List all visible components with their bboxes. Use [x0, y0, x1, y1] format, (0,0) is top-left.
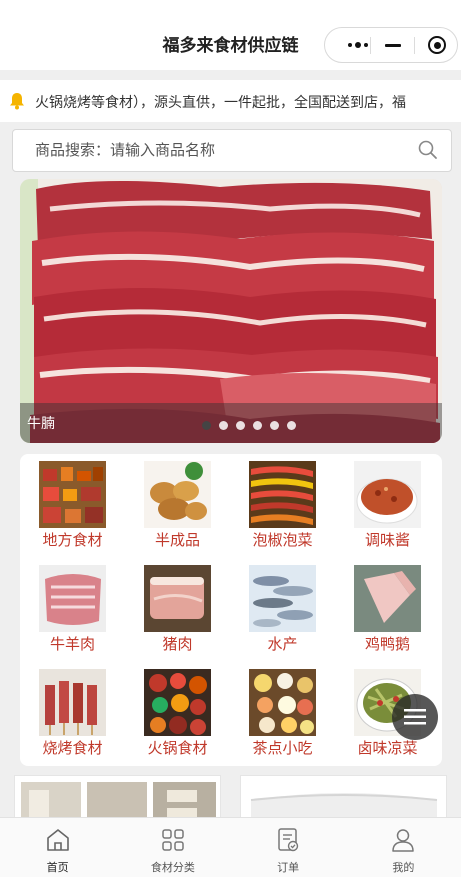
carousel-indicators [202, 421, 296, 430]
category-image [249, 565, 316, 632]
carousel-dot[interactable] [202, 421, 211, 430]
tab-label: 食材分类 [150, 861, 195, 874]
category-image [39, 565, 106, 632]
category-label: 猪肉 [162, 635, 193, 653]
carousel-dot[interactable] [236, 421, 245, 430]
category-label: 地方食材 [42, 531, 103, 549]
category-item[interactable]: 牛羊肉 [20, 558, 125, 662]
category-item[interactable]: 烧烤食材 [20, 662, 125, 766]
floating-menu-button[interactable] [392, 694, 438, 740]
list-menu-icon [404, 709, 426, 725]
search-icon[interactable] [417, 139, 439, 161]
category-grid: 地方食材 半成品 泡椒泡菜 调味酱 牛羊肉 猪肉 水产 鸡鸭鹅 烧烤食材 火锅食… [20, 454, 442, 766]
category-image [39, 461, 106, 528]
category-label: 调味酱 [364, 531, 410, 549]
category-label: 卤味凉菜 [357, 739, 418, 757]
category-image [249, 669, 316, 736]
category-label: 泡椒泡菜 [252, 531, 313, 549]
category-item[interactable]: 地方食材 [20, 454, 125, 558]
notice-bar[interactable]: 火锅烧烤等食材），源头直供，一件起批，全国配送到店，福 [0, 80, 461, 122]
category-image [144, 565, 211, 632]
category-item[interactable]: 茶点小吃 [230, 662, 335, 766]
category-image [144, 669, 211, 736]
category-image [354, 461, 421, 528]
tab-categories[interactable]: 食材分类 [115, 818, 230, 877]
carousel-dot[interactable] [270, 421, 279, 430]
category-image [354, 565, 421, 632]
tab-label: 首页 [46, 861, 69, 874]
minimize-icon[interactable] [371, 28, 415, 62]
bottom-tab-bar: 首页 食材分类 订单 我的 [0, 817, 461, 877]
category-item[interactable]: 火锅食材 [125, 662, 230, 766]
target-close-icon[interactable] [415, 28, 459, 62]
category-item[interactable]: 调味酱 [335, 454, 440, 558]
banner-caption: 牛腩 [27, 416, 55, 432]
tab-label: 订单 [277, 861, 300, 874]
category-item[interactable]: 水产 [230, 558, 335, 662]
tab-home[interactable]: 首页 [0, 818, 115, 877]
category-item[interactable]: 鸡鸭鹅 [335, 558, 440, 662]
carousel-dot[interactable] [287, 421, 296, 430]
category-image [144, 461, 211, 528]
category-item[interactable]: 半成品 [125, 454, 230, 558]
category-item[interactable]: 泡椒泡菜 [230, 454, 335, 558]
category-image [39, 669, 106, 736]
user-icon [392, 829, 415, 852]
carousel-dot[interactable] [253, 421, 262, 430]
order-icon [278, 828, 299, 852]
category-label: 火锅食材 [147, 739, 208, 757]
category-label: 牛羊肉 [49, 635, 95, 653]
category-item[interactable]: 猪肉 [125, 558, 230, 662]
category-label: 半成品 [154, 531, 200, 549]
category-label: 水产 [267, 635, 298, 653]
category-grid-icon [162, 829, 184, 851]
category-label: 茶点小吃 [252, 739, 313, 757]
category-image [249, 461, 316, 528]
tab-orders[interactable]: 订单 [231, 818, 346, 877]
home-icon [46, 829, 69, 851]
notice-text: 火锅烧烤等食材），源头直供，一件起批，全国配送到店，福 [35, 95, 406, 111]
nav-header: 福多来食材供应链 [0, 0, 461, 70]
banner-carousel[interactable]: 牛腩 [20, 179, 442, 443]
carousel-dot[interactable] [219, 421, 228, 430]
search-input[interactable] [35, 141, 415, 159]
bell-icon [10, 93, 24, 110]
tab-label: 我的 [392, 861, 415, 874]
category-label: 鸡鸭鹅 [364, 635, 410, 653]
search-box[interactable] [12, 129, 452, 172]
menu-capsule [324, 27, 458, 63]
tab-profile[interactable]: 我的 [346, 818, 461, 877]
category-label: 烧烤食材 [42, 739, 103, 757]
